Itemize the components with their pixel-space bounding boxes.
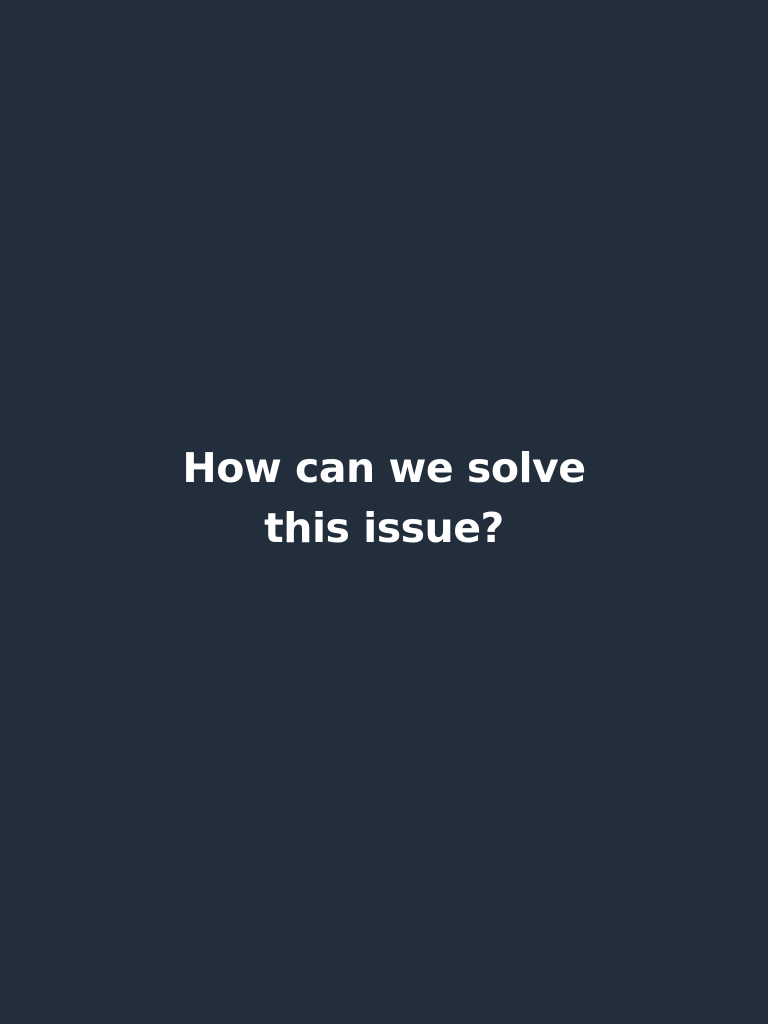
slide-screen: How can we solve this issue? <box>0 0 768 1024</box>
question-line-2: this issue? <box>264 504 504 552</box>
question-text: How can we solve this issue? <box>0 438 768 558</box>
question-line-1: How can we solve <box>182 444 586 492</box>
